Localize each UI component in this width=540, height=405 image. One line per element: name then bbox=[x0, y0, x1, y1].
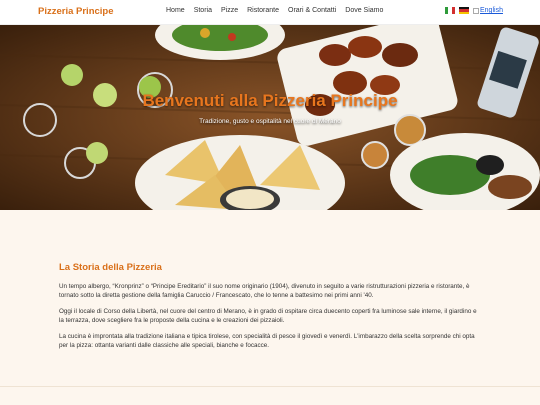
nav-ristorante[interactable]: Ristorante bbox=[247, 7, 279, 14]
nav-storia[interactable]: Storia bbox=[194, 7, 212, 14]
footer-divider bbox=[0, 386, 540, 387]
nav-pizze[interactable]: Pizze bbox=[221, 7, 238, 14]
nav-orari-contatti[interactable]: Orari & Contatti bbox=[288, 7, 336, 14]
nav-dove-siamo[interactable]: Dove Siamo bbox=[345, 7, 383, 14]
hero-subtitle: Tradizione, gusto e ospitalità nel cuore… bbox=[199, 118, 341, 125]
english-language-link[interactable]: English bbox=[473, 7, 503, 14]
main-nav: Home Storia Pizze Ristorante Orari & Con… bbox=[166, 7, 383, 14]
nav-home[interactable]: Home bbox=[166, 7, 185, 14]
story-paragraph-3: La cucina è improntata alla tradizione i… bbox=[59, 333, 475, 349]
story-paragraph-2: Oggi il locale di Corso della Libertà, n… bbox=[59, 308, 477, 324]
english-label[interactable]: English bbox=[480, 7, 503, 14]
hero-banner: Benvenuti alla Pizzeria Principe Tradizi… bbox=[0, 25, 540, 210]
brand-logo[interactable]: Pizzeria Principe bbox=[38, 6, 114, 17]
german-flag-icon[interactable] bbox=[459, 7, 469, 14]
top-navbar: Pizzeria Principe Home Storia Pizze Rist… bbox=[0, 0, 540, 25]
hero-title: Benvenuti alla Pizzeria Principe bbox=[142, 91, 398, 110]
story-paragraph-1: Un tempo albergo, “Kronprinz” o “Princip… bbox=[59, 283, 470, 299]
italian-flag-icon[interactable] bbox=[445, 7, 455, 14]
story-section: La Storia della Pizzeria Un tempo alberg… bbox=[59, 262, 483, 358]
language-switcher: English bbox=[445, 7, 503, 14]
story-title: La Storia della Pizzeria bbox=[59, 262, 162, 273]
broken-image-icon bbox=[473, 7, 479, 14]
